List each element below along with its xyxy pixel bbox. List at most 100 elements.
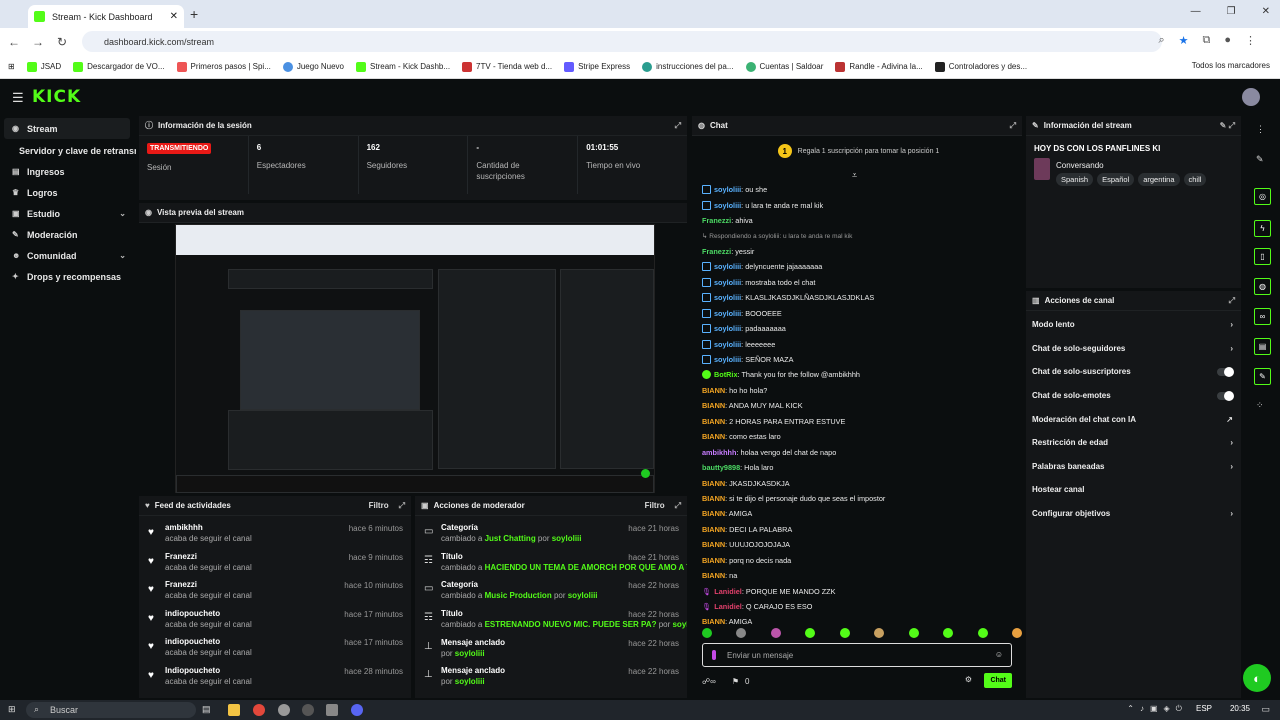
expand-icon[interactable]: ⤢ bbox=[399, 501, 405, 511]
emote-icon[interactable] bbox=[1011, 628, 1022, 638]
filter-button[interactable]: Filtro bbox=[369, 501, 389, 510]
sidebar-item-moderacion[interactable]: ✎ Moderación bbox=[0, 224, 136, 245]
browser-tab[interactable]: Stream - Kick Dashboard ✕ bbox=[28, 5, 184, 28]
chat-username[interactable]: BIANN bbox=[702, 401, 725, 410]
emote-icon[interactable] bbox=[770, 628, 781, 638]
close-tab-icon[interactable]: ✕ bbox=[170, 11, 178, 22]
task-view-icon[interactable]: ▤ bbox=[202, 704, 214, 716]
tag[interactable]: chill bbox=[1183, 173, 1207, 186]
chat-message-input[interactable]: Enviar un mensaje ☺ bbox=[702, 643, 1012, 667]
language-indicator[interactable]: ESP bbox=[1196, 704, 1212, 713]
expand-icon[interactable]: ⤢ bbox=[675, 121, 681, 131]
channel-action-row[interactable]: Palabras baneadas › bbox=[1026, 455, 1241, 479]
glasses-icon[interactable]: ∞ bbox=[1254, 308, 1271, 325]
chat-username[interactable]: soyloliii bbox=[714, 278, 741, 287]
chat-tool-icon[interactable]: ◍ bbox=[1254, 278, 1271, 295]
sidebar-item-drops[interactable]: ✦ Drops y recompensas bbox=[0, 266, 136, 287]
taskbar-search[interactable]: ⌕ Buscar bbox=[26, 702, 196, 718]
reload-icon[interactable]: ↻ bbox=[50, 35, 74, 49]
stats-icon[interactable]: ▤ bbox=[1254, 338, 1271, 355]
emote-icon[interactable] bbox=[805, 628, 816, 638]
camera-tool-icon[interactable]: ◎ bbox=[1254, 188, 1271, 205]
edit-pencil-icon[interactable]: ✎ ⤢ bbox=[1220, 121, 1235, 131]
sidebar-item-logros[interactable]: ♛ Logros bbox=[0, 182, 136, 203]
wrench-tool-icon[interactable]: ✎ bbox=[1254, 368, 1271, 385]
sidebar-item-ingresos[interactable]: ▤ Ingresos bbox=[0, 161, 136, 182]
bookmark-item[interactable]: Cuentas | Saldoar bbox=[745, 61, 823, 72]
extension-icon[interactable]: ⧉ bbox=[1202, 34, 1210, 47]
settings-gear-icon[interactable]: ⚙ bbox=[965, 675, 972, 684]
chat-username[interactable]: Franezzi bbox=[702, 216, 731, 225]
chat-username[interactable]: soyloliii bbox=[714, 340, 741, 349]
chat-username[interactable]: bautty9898 bbox=[702, 463, 740, 472]
collapse-pinned-icon[interactable]: ⩡ bbox=[852, 170, 857, 181]
bookmark-item[interactable]: Juego Nuevo bbox=[282, 61, 344, 72]
kick-logo[interactable]: KICK bbox=[32, 87, 81, 107]
chrome-icon[interactable] bbox=[253, 704, 265, 716]
tray-icons[interactable]: ⌃♪▣◈⏻ bbox=[1127, 704, 1188, 714]
chat-username[interactable]: BIANN bbox=[702, 525, 725, 534]
stream-preview-video[interactable] bbox=[175, 224, 655, 493]
clock[interactable]: 20:35 bbox=[1230, 704, 1250, 713]
sidebar-item-server-key[interactable]: Servidor y clave de retransmisión bbox=[0, 140, 136, 161]
chat-username[interactable]: soyloliii bbox=[714, 293, 741, 302]
chat-username[interactable]: BIANN bbox=[702, 494, 725, 503]
user-avatar[interactable] bbox=[1242, 88, 1260, 106]
bookmark-item[interactable]: JSAD bbox=[26, 61, 61, 72]
chat-username[interactable]: BIANN bbox=[702, 571, 725, 580]
sidebar-item-estudio[interactable]: ▣ Estudio ⌄ bbox=[0, 203, 136, 224]
emote-icon[interactable] bbox=[702, 628, 712, 638]
expand-icon[interactable]: ⤢ bbox=[1010, 121, 1016, 131]
emote-icon[interactable] bbox=[977, 628, 988, 638]
tag[interactable]: argentina bbox=[1138, 173, 1180, 186]
all-bookmarks[interactable]: Todos los marcadores bbox=[1192, 61, 1270, 70]
windows-start-icon[interactable]: ⊞ bbox=[8, 704, 16, 715]
channel-action-row[interactable]: Configurar objetivos › bbox=[1026, 502, 1241, 526]
channel-action-row[interactable]: Modo lento › bbox=[1026, 313, 1241, 337]
forward-icon[interactable]: → bbox=[26, 35, 50, 49]
pinned-gift-banner[interactable]: 1 Regala 1 suscripción para tomar la posi… bbox=[692, 138, 1022, 164]
apps-icon[interactable]: ⊞ bbox=[8, 62, 15, 71]
filter-button[interactable]: Filtro bbox=[645, 501, 665, 510]
obs-icon[interactable] bbox=[278, 704, 290, 716]
sidebar-item-comunidad[interactable]: ☻ Comunidad ⌄ bbox=[0, 245, 136, 266]
zoom-icon[interactable]: ⌕ bbox=[1158, 34, 1164, 47]
hamburger-menu-icon[interactable]: ☰ bbox=[12, 90, 24, 106]
expand-icon[interactable]: ⤢ bbox=[675, 501, 681, 511]
viewers-icon[interactable]: ☍∞ bbox=[702, 677, 716, 686]
chat-username[interactable]: Lanidiel bbox=[714, 587, 742, 596]
chat-username[interactable]: BIANN bbox=[702, 509, 725, 518]
send-chat-button[interactable]: Chat bbox=[984, 673, 1012, 688]
maximize-icon[interactable]: ❐ bbox=[1227, 6, 1236, 17]
channel-action-row[interactable]: Restricción de edad › bbox=[1026, 431, 1241, 455]
chat-username[interactable]: soyloliii bbox=[714, 309, 741, 318]
bookmark-item[interactable]: 7TV - Tienda web d... bbox=[462, 61, 552, 72]
bookmark-item[interactable]: Descargador de VO... bbox=[73, 61, 165, 72]
back-icon[interactable]: ← bbox=[2, 35, 26, 49]
discord-icon[interactable] bbox=[351, 704, 363, 716]
integrations-icon[interactable]: ⁘ bbox=[1256, 400, 1264, 411]
toggle-switch[interactable] bbox=[1217, 390, 1234, 401]
emote-icon[interactable] bbox=[943, 628, 954, 638]
chat-username[interactable]: Franezzi bbox=[702, 247, 731, 256]
channel-action-row[interactable]: Chat de solo-emotes bbox=[1026, 384, 1241, 408]
chat-username[interactable]: soyloliii bbox=[714, 185, 741, 194]
toggle-switch[interactable] bbox=[1217, 366, 1234, 377]
bookmark-item[interactable]: Randle - Adivina la... bbox=[835, 61, 923, 72]
channel-action-row[interactable]: Moderación del chat con IA ↗ bbox=[1026, 407, 1241, 431]
tag[interactable]: Español bbox=[1097, 173, 1135, 186]
chat-username[interactable]: BIANN bbox=[702, 556, 725, 565]
profile-icon[interactable]: ● bbox=[1224, 34, 1231, 47]
chat-username[interactable]: BIANN bbox=[702, 432, 725, 441]
new-tab-icon[interactable]: + bbox=[190, 6, 198, 22]
chat-username[interactable]: soyloliii bbox=[714, 324, 741, 333]
app-icon[interactable] bbox=[326, 704, 338, 716]
chat-username[interactable]: Lanidiel bbox=[714, 602, 742, 611]
edit-icon[interactable]: ✎ bbox=[1256, 154, 1264, 165]
file-explorer-icon[interactable] bbox=[228, 704, 240, 716]
emote-icon[interactable] bbox=[908, 628, 919, 638]
chat-username[interactable]: BIANN bbox=[702, 386, 725, 395]
chat-username[interactable]: ambikhhh bbox=[702, 448, 736, 457]
channel-action-row[interactable]: Hostear canal bbox=[1026, 478, 1241, 502]
app-icon[interactable] bbox=[302, 704, 314, 716]
